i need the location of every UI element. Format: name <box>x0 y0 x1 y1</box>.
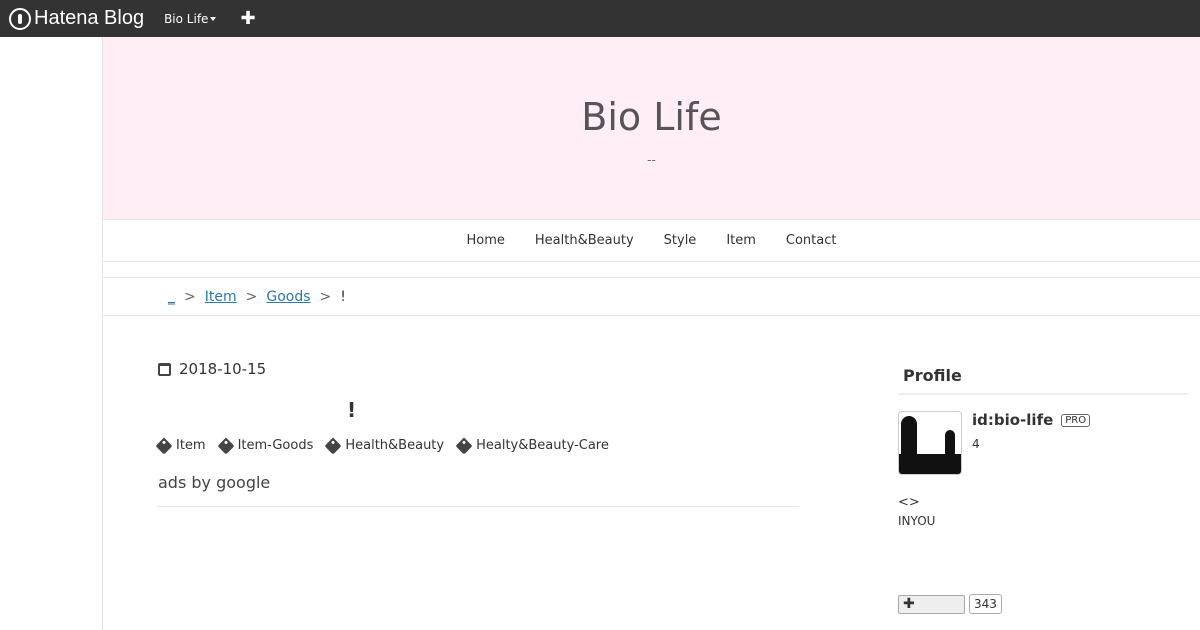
entry-date-text: 2018-10-15 <box>179 360 267 378</box>
breadcrumb-goods[interactable]: Goods <box>266 289 310 305</box>
subscribe-button[interactable]: ✚ <box>898 594 965 614</box>
pro-badge: PRO <box>1061 413 1091 427</box>
nav-contact[interactable]: Contact <box>786 233 837 248</box>
blog-menu-dropdown[interactable]: Bio Life <box>164 11 217 26</box>
profile-heading: Profile <box>898 366 1188 395</box>
profile-brackets: <> <box>898 495 920 510</box>
nav-item[interactable]: Item <box>726 233 756 248</box>
ads-label: ads by google <box>158 473 798 507</box>
tag-label: Health&Beauty <box>345 438 445 453</box>
tag-icon <box>455 437 473 454</box>
breadcrumb-item[interactable]: Item <box>205 289 237 305</box>
blog-menu-label: Bio Life <box>164 11 209 26</box>
blog-header: Bio Life -- <box>103 37 1200 219</box>
logo-text: Hatena Blog <box>34 7 145 29</box>
tag-healty-beauty-care[interactable]: Healty&Beauty-Care <box>455 437 609 454</box>
tag-item[interactable]: Item <box>155 437 206 454</box>
subscribe-widget: ✚ 343 <box>898 594 1002 614</box>
avatar[interactable] <box>898 411 962 475</box>
breadcrumb: _ > Item > Goods > ! <box>103 277 1200 316</box>
tag-health-beauty[interactable]: Health&Beauty <box>324 437 445 454</box>
breadcrumb-home[interactable]: _ <box>168 289 175 305</box>
nav-health-beauty[interactable]: Health&Beauty <box>535 233 634 248</box>
tag-item-goods[interactable]: Item-Goods <box>217 437 314 454</box>
profile-id: id:bio-life PRO <box>972 411 1091 429</box>
profile-card: id:bio-life PRO 4 <box>898 411 1188 475</box>
breadcrumb-current: ! <box>340 288 346 305</box>
tag-icon <box>324 437 342 454</box>
subscriber-count: 343 <box>969 594 1002 614</box>
nav-style[interactable]: Style <box>664 233 697 248</box>
hatena-logo-icon <box>9 7 31 30</box>
nav-home[interactable]: Home <box>467 233 505 248</box>
calendar-icon <box>158 362 171 376</box>
entry: 2018-10-15 ! Item Item-Goods Health&Beau… <box>155 360 798 507</box>
add-button[interactable]: ✚ <box>240 9 255 28</box>
blog-title[interactable]: Bio Life <box>103 95 1200 139</box>
profile-text: INYOU <box>898 514 936 528</box>
breadcrumb-separator: > <box>319 288 332 305</box>
tag-label: Healty&Beauty-Care <box>476 438 609 453</box>
breadcrumb-separator: > <box>184 288 196 305</box>
profile-info: id:bio-life PRO 4 <box>972 411 1091 475</box>
tag-label: Item <box>176 438 206 453</box>
caret-down-icon <box>210 16 217 21</box>
profile-id-link[interactable]: id:bio-life <box>972 411 1053 429</box>
global-nav: Home Health&Beauty Style Item Contact <box>103 219 1200 262</box>
blog-description: -- <box>647 153 656 167</box>
entry-title[interactable]: ! <box>158 398 798 424</box>
sidebar-profile: Profile id:bio-life PRO 4 <> INYOU <box>898 366 1188 528</box>
entry-tags: Item Item-Goods Health&Beauty Healty&Bea… <box>155 437 798 454</box>
entry-date[interactable]: 2018-10-15 <box>158 360 798 378</box>
tag-label: Item-Goods <box>237 438 314 453</box>
profile-count: 4 <box>972 437 980 451</box>
breadcrumb-separator: > <box>245 288 258 305</box>
tag-icon <box>217 437 235 454</box>
global-header: Hatena Blog Bio Life ✚ <box>0 0 1200 37</box>
hatena-blog-logo[interactable]: Hatena Blog <box>9 7 144 30</box>
tag-icon <box>155 437 173 454</box>
